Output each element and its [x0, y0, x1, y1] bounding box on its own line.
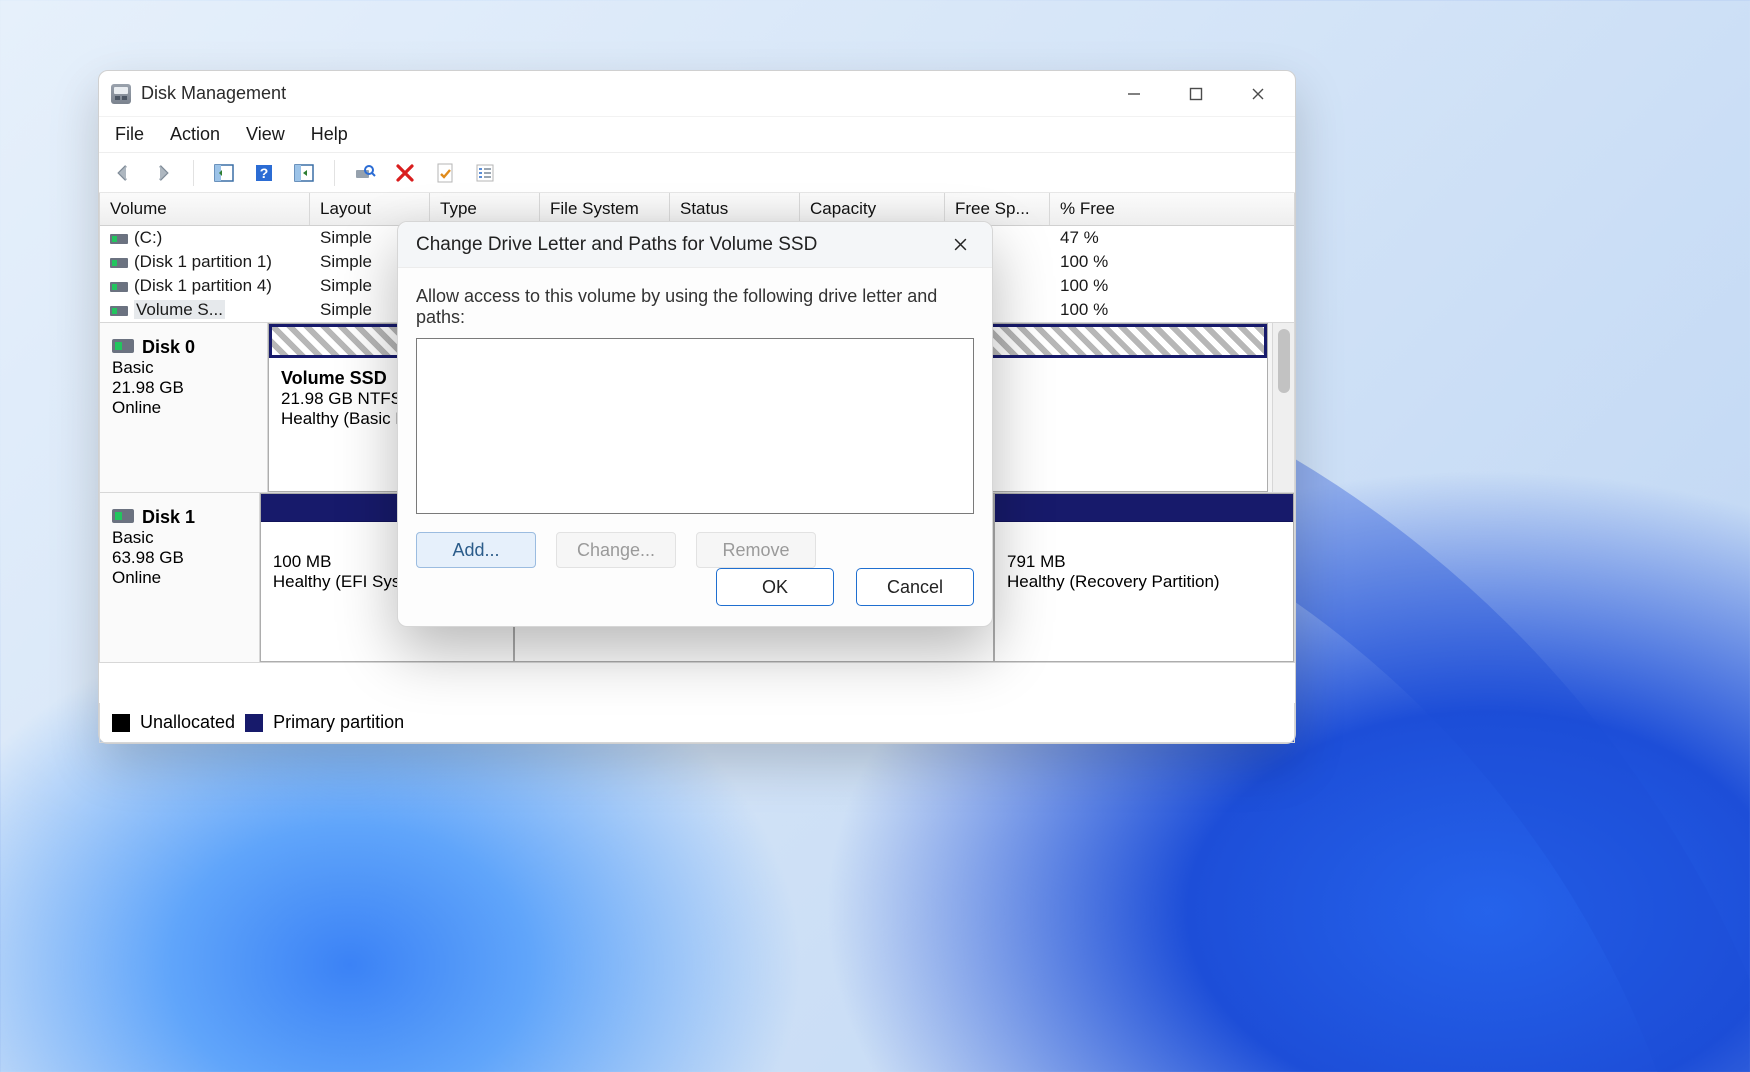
disk-size: 63.98 GB [112, 548, 184, 567]
partition[interactable]: 791 MB Healthy (Recovery Partition) [994, 493, 1294, 662]
col-volume[interactable]: Volume [100, 193, 310, 225]
legend: Unallocated Primary partition [99, 703, 1295, 743]
partition-status: Healthy (Recovery Partition) [1007, 572, 1220, 591]
legend-swatch-unallocated [112, 714, 130, 732]
dialog-button-row: Add... Change... Remove [416, 532, 974, 568]
toolbar: ? [99, 153, 1295, 193]
rescan-button[interactable] [351, 159, 379, 187]
volume-pct: 100 % [1050, 298, 1190, 322]
panel-icon [213, 162, 235, 184]
delete-x-icon [394, 162, 416, 184]
vertical-scrollbar[interactable] [1272, 323, 1294, 492]
settings-button[interactable] [471, 159, 499, 187]
volume-pct: 100 % [1050, 250, 1190, 274]
dialog-body: Allow access to this volume by using the… [398, 268, 992, 568]
app-icon [111, 84, 131, 104]
ok-button[interactable]: OK [716, 568, 834, 606]
disk-icon [112, 509, 134, 523]
disk-size: 21.98 GB [112, 378, 184, 397]
volume-pct: 47 % [1050, 226, 1190, 250]
show-hide-tree-button[interactable] [210, 159, 238, 187]
change-drive-letter-dialog: Change Drive Letter and Paths for Volume… [397, 221, 993, 627]
partition-size: 21.98 GB NTFS [281, 389, 402, 408]
partition-header-bar [995, 494, 1293, 522]
back-button[interactable] [109, 159, 137, 187]
disk-type: Basic [112, 358, 154, 377]
disk-type: Basic [112, 528, 154, 547]
partition-name: Volume SSD [281, 368, 387, 388]
menu-help[interactable]: Help [309, 120, 350, 149]
drive-icon [110, 234, 128, 244]
refresh-button[interactable] [290, 159, 318, 187]
properties-button[interactable] [431, 159, 459, 187]
legend-swatch-primary [245, 714, 263, 732]
list-check-icon [474, 162, 496, 184]
close-icon [953, 237, 968, 252]
change-button: Change... [556, 532, 676, 568]
legend-primary: Primary partition [273, 712, 404, 733]
maximize-button[interactable] [1165, 71, 1227, 117]
remove-button: Remove [696, 532, 816, 568]
minimize-icon [1127, 87, 1141, 101]
menu-action[interactable]: Action [168, 120, 222, 149]
disk-title: Disk 0 [142, 337, 195, 357]
dialog-instruction: Allow access to this volume by using the… [416, 286, 974, 328]
drive-icon [110, 258, 128, 268]
drive-search-icon [354, 162, 376, 184]
sheet-check-icon [434, 162, 456, 184]
menu-file[interactable]: File [113, 120, 146, 149]
toolbar-separator [193, 160, 194, 186]
arrow-right-icon [152, 162, 174, 184]
dialog-close-button[interactable] [938, 223, 982, 267]
toolbar-separator [334, 160, 335, 186]
refresh-panel-icon [293, 162, 315, 184]
dialog-title: Change Drive Letter and Paths for Volume… [416, 234, 817, 256]
legend-unallocated: Unallocated [140, 712, 235, 733]
volume-pct: 100 % [1050, 274, 1190, 298]
add-button[interactable]: Add... [416, 532, 536, 568]
cancel-button[interactable]: Cancel [856, 568, 974, 606]
volume-name: Volume S... [134, 300, 225, 319]
dialog-footer: OK Cancel [398, 568, 992, 626]
titlebar: Disk Management [99, 71, 1295, 117]
volume-name: (Disk 1 partition 4) [134, 276, 272, 295]
delete-button[interactable] [391, 159, 419, 187]
scrollbar-thumb[interactable] [1278, 329, 1290, 393]
disk-state: Online [112, 568, 161, 587]
disk-title: Disk 1 [142, 507, 195, 527]
svg-text:?: ? [260, 165, 269, 181]
dialog-titlebar: Change Drive Letter and Paths for Volume… [398, 222, 992, 268]
close-icon [1251, 87, 1265, 101]
menu-view[interactable]: View [244, 120, 287, 149]
arrow-left-icon [112, 162, 134, 184]
drive-icon [110, 282, 128, 292]
partition-size: 100 MB [273, 552, 332, 571]
disk-info[interactable]: Disk 1 Basic 63.98 GB Online [100, 493, 260, 662]
window-controls [1103, 71, 1289, 117]
volume-name: (Disk 1 partition 1) [134, 252, 272, 271]
menubar: File Action View Help [99, 117, 1295, 153]
help-button[interactable]: ? [250, 159, 278, 187]
paths-listbox[interactable] [416, 338, 974, 514]
drive-icon [110, 306, 128, 316]
partition-size: 791 MB [1007, 552, 1066, 571]
disk-icon [112, 339, 134, 353]
help-icon: ? [253, 162, 275, 184]
volume-name: (C:) [134, 228, 162, 247]
close-button[interactable] [1227, 71, 1289, 117]
forward-button[interactable] [149, 159, 177, 187]
minimize-button[interactable] [1103, 71, 1165, 117]
disk-info[interactable]: Disk 0 Basic 21.98 GB Online [100, 323, 268, 492]
disk-state: Online [112, 398, 161, 417]
col-pct[interactable]: % Free [1050, 193, 1190, 225]
maximize-icon [1189, 87, 1203, 101]
window-title: Disk Management [141, 83, 286, 104]
